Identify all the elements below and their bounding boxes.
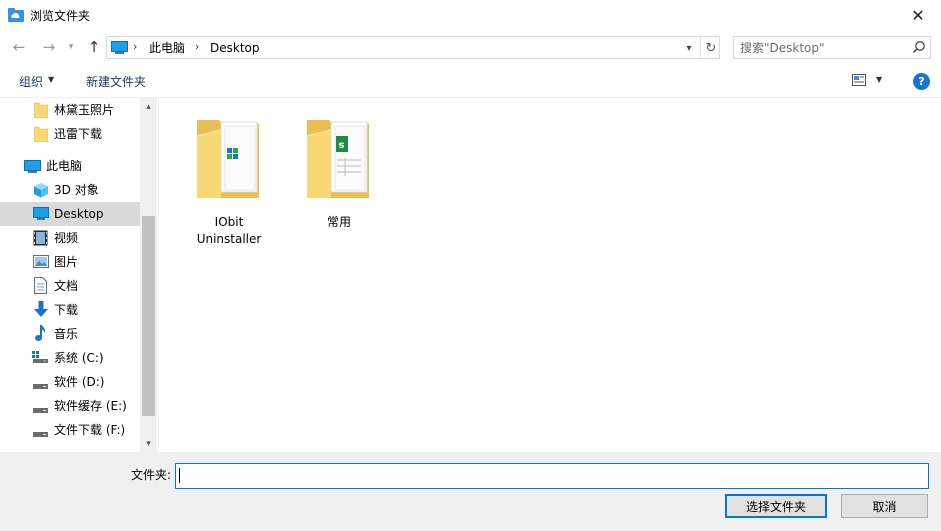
folder-item-label: 常用 [326, 215, 351, 229]
desktop-icon [33, 207, 49, 223]
select-folder-button[interactable]: 选择文件夹 [725, 494, 827, 518]
folder-icon [33, 102, 49, 121]
address-dropdown-button[interactable]: ▾ [681, 40, 697, 56]
sidebar-item-label: 音乐 [54, 327, 79, 341]
new-folder-button[interactable]: 新建文件夹 [86, 74, 146, 90]
drive-icon [33, 403, 48, 417]
sidebar-item-videos[interactable]: 视频 [0, 226, 140, 250]
sidebar-item-label: 此电脑 [46, 159, 83, 173]
scroll-thumb[interactable] [142, 216, 155, 416]
downloads-icon [33, 301, 49, 321]
folder-name-input[interactable] [175, 463, 929, 489]
sidebar-item-label: 3D 对象 [54, 183, 99, 197]
sidebar-item-label: 软件 (D:) [54, 375, 105, 389]
forward-button[interactable]: → [38, 36, 60, 58]
text-caret [179, 468, 180, 483]
cancel-button[interactable]: 取消 [841, 494, 928, 518]
close-button[interactable]: ✕ [895, 0, 941, 31]
system-drive-icon [32, 351, 48, 367]
sidebar-item-drive-c[interactable]: 系统 (C:) [0, 346, 140, 370]
folder-icon [33, 126, 49, 145]
refresh-icon: ↻ [705, 40, 717, 56]
video-icon [33, 230, 48, 249]
pictures-icon [33, 255, 49, 271]
window-title: 浏览文件夹 [30, 9, 91, 23]
sidebar-item-documents[interactable]: 文档 [0, 274, 140, 298]
sidebar-item-label: 文档 [54, 279, 79, 293]
documents-icon [34, 277, 47, 297]
address-bar[interactable]: › 此电脑 › Desktop ▾ ↻ [106, 36, 720, 59]
sidebar-item-folder[interactable]: 迅雷下载 [0, 122, 140, 146]
computer-icon [24, 160, 41, 176]
sidebar-item-pictures[interactable]: 图片 [0, 250, 140, 274]
navigation-pane: 林黛玉照片 迅雷下载 此电脑 3D 对象 Desktop 视频 图片 文档 下载… [0, 98, 158, 452]
organize-button[interactable]: 组织 [19, 74, 43, 90]
arrow-left-icon: ← [12, 38, 26, 56]
caret-down-icon[interactable]: ▼ [48, 75, 54, 84]
breadcrumb-separator[interactable]: › [133, 40, 137, 53]
file-list: IObit Uninstaller s 常用 [158, 98, 941, 452]
sidebar-item-music[interactable]: 音乐 [0, 322, 140, 346]
view-options-icon[interactable] [852, 74, 866, 86]
divider [700, 37, 701, 58]
chevron-down-icon: ▾ [686, 42, 692, 54]
chevron-up-icon: ▴ [146, 101, 151, 112]
breadcrumb-separator[interactable]: › [195, 40, 199, 53]
music-icon [35, 325, 47, 345]
arrow-right-icon: → [42, 38, 56, 56]
breadcrumb-this-pc[interactable]: 此电脑 [149, 40, 185, 56]
search-input[interactable] [740, 39, 900, 56]
drive-icon [33, 427, 48, 441]
sidebar-item-3d-objects[interactable]: 3D 对象 [0, 178, 140, 202]
sidebar-item-downloads[interactable]: 下载 [0, 298, 140, 322]
sidebar-item-label: 迅雷下载 [54, 127, 103, 141]
sidebar-item-label: 系统 (C:) [54, 351, 104, 365]
sidebar-item-desktop[interactable]: Desktop [0, 202, 140, 226]
up-button[interactable]: ↑ [84, 36, 104, 58]
refresh-button[interactable]: ↻ [702, 39, 720, 57]
search-icon[interactable] [912, 40, 926, 54]
folder-item-common[interactable]: s 常用 [291, 110, 387, 240]
sidebar-item-label: Desktop [54, 207, 104, 221]
breadcrumb-desktop[interactable]: Desktop [210, 40, 260, 56]
close-icon: ✕ [911, 6, 925, 25]
folder-item-label: IObit Uninstaller [196, 215, 262, 246]
help-button[interactable]: ? [913, 73, 930, 90]
drive-icon [33, 379, 48, 393]
arrow-up-icon: ↑ [87, 38, 101, 56]
sidebar-item-label: 下载 [54, 303, 79, 317]
recent-locations-button[interactable]: ▾ [64, 36, 78, 58]
sidebar-item-folder[interactable]: 林黛玉照片 [0, 98, 140, 122]
folder-field-label: 文件夹: [131, 468, 172, 482]
chevron-down-icon: ▾ [68, 42, 74, 52]
sidebar-item-label: 视频 [54, 231, 79, 245]
folder-item-iobit[interactable]: IObit Uninstaller [181, 110, 277, 246]
3d-objects-icon [33, 182, 49, 201]
folder-cloud-icon [8, 8, 24, 22]
sidebar-item-label: 图片 [54, 255, 79, 269]
sidebar-item-drive-e[interactable]: 软件缓存 (E:) [0, 394, 140, 418]
chevron-down-icon: ▾ [146, 438, 151, 449]
command-bar: 组织 ▼ 新建文件夹 ▼ ? [0, 64, 941, 98]
sidebar-item-this-pc[interactable]: 此电脑 [0, 154, 140, 178]
title-bar: 浏览文件夹 ✕ [0, 0, 941, 31]
sidebar-item-label: 软件缓存 (E:) [54, 399, 127, 413]
folder-iobit-icon [195, 114, 261, 203]
sidebar-item-drive-d[interactable]: 软件 (D:) [0, 370, 140, 394]
back-button[interactable]: ← [8, 36, 30, 58]
svg-text:s: s [339, 140, 345, 151]
computer-icon [111, 41, 128, 54]
caret-down-icon[interactable]: ▼ [876, 75, 882, 84]
sidebar-item-label: 林黛玉照片 [54, 103, 115, 117]
sidebar-item-drive-f[interactable]: 文件下载 (F:) [0, 418, 140, 442]
search-box[interactable] [733, 36, 931, 59]
scroll-up-button[interactable]: ▴ [140, 98, 157, 115]
scroll-down-button[interactable]: ▾ [140, 435, 157, 452]
folder-excel-icon: s [305, 114, 371, 203]
sidebar-item-label: 文件下载 (F:) [54, 423, 126, 437]
